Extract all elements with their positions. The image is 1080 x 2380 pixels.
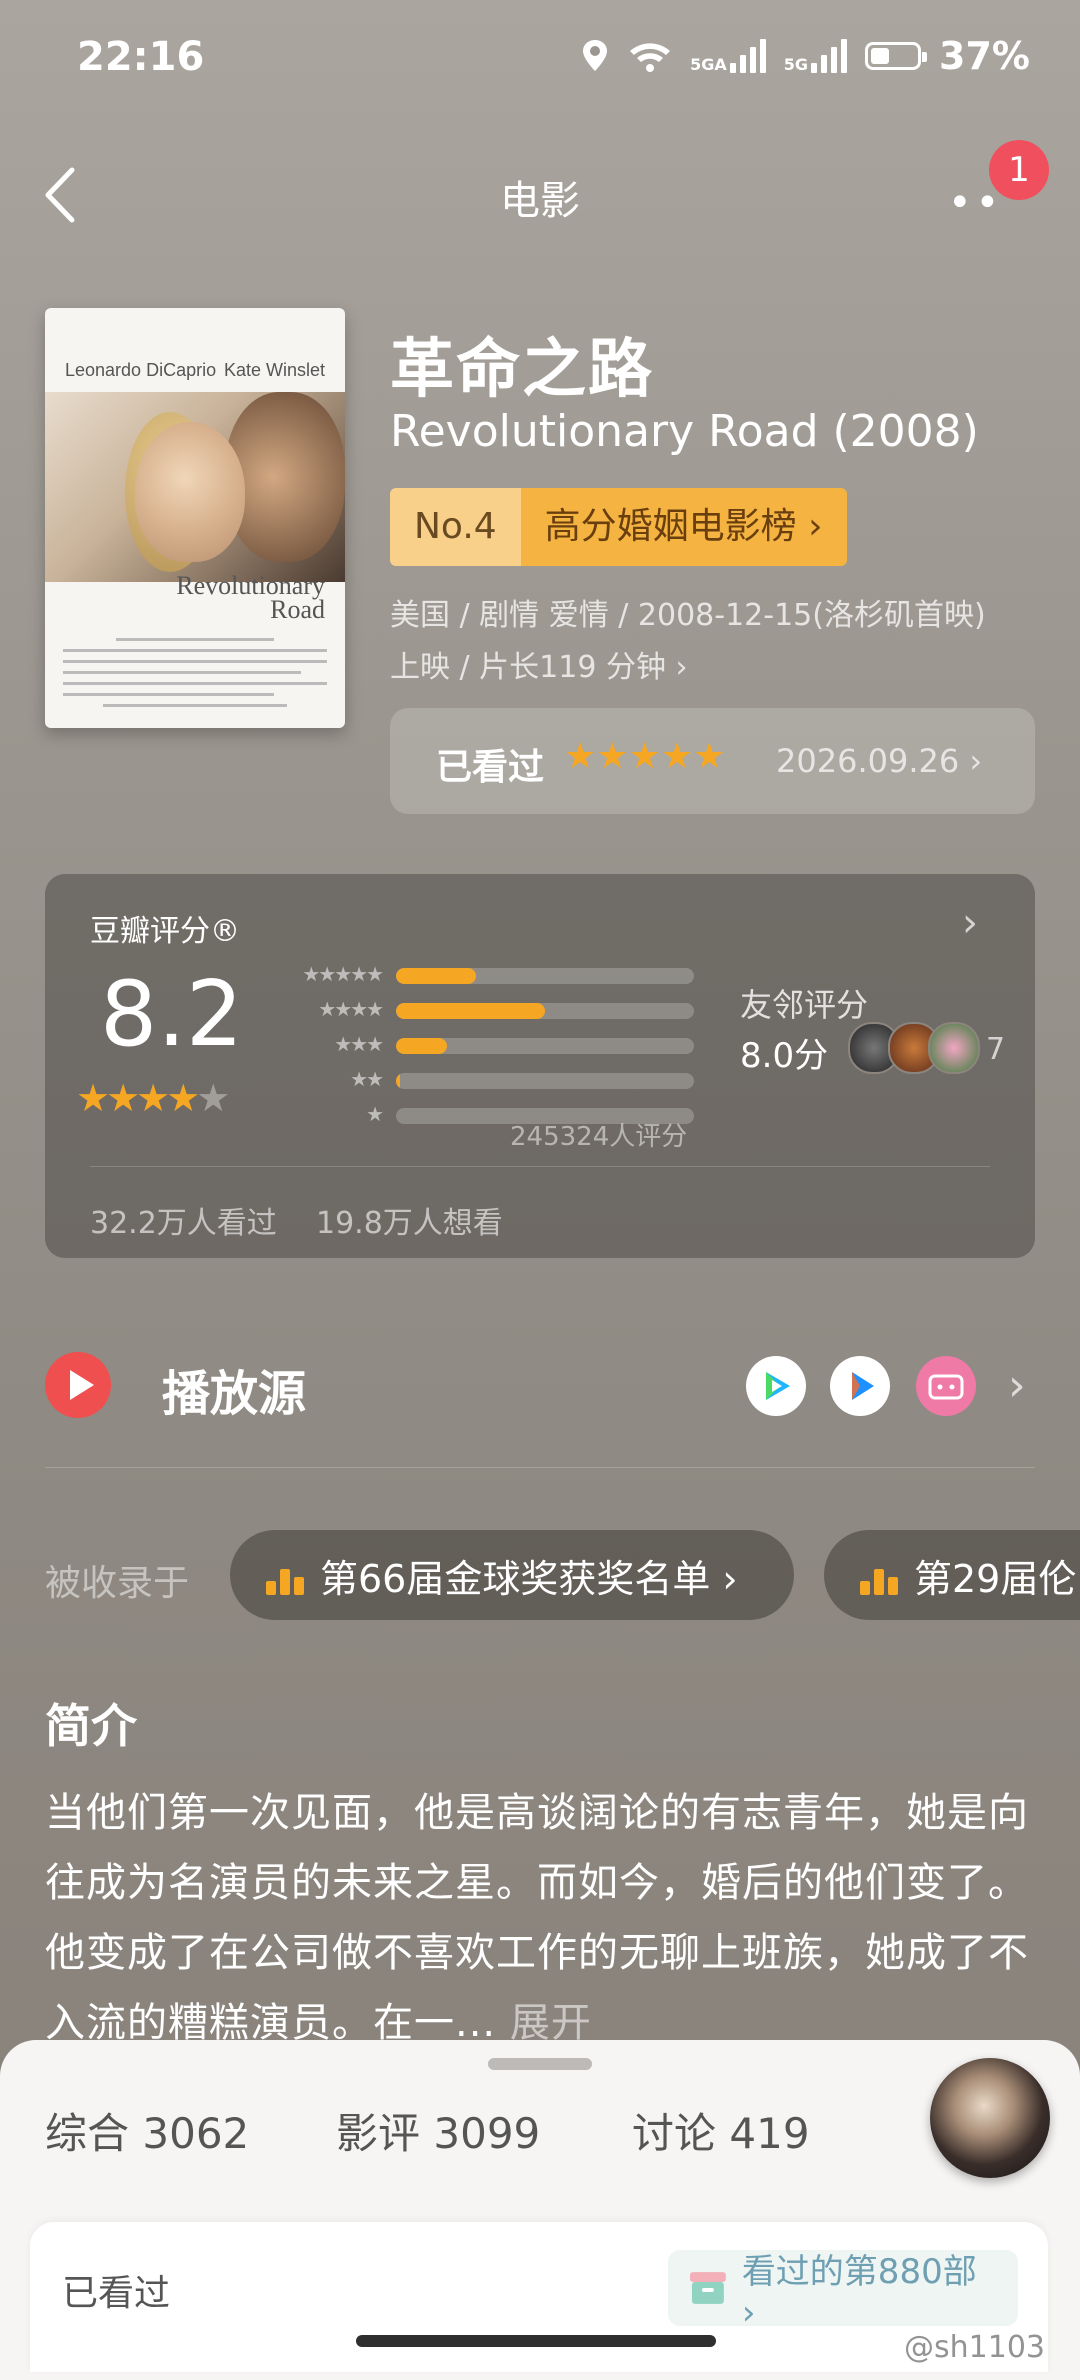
rank-list-name: 高分婚姻电影榜 › xyxy=(520,488,847,566)
divider xyxy=(45,1467,1035,1468)
tab-reviews[interactable]: 影评 3099 xyxy=(336,2100,540,2161)
movie-title-cn: 革命之路 xyxy=(390,333,654,407)
status-icons: 5GA 5G 37% xyxy=(580,34,1030,78)
tab-discussions[interactable]: 讨论 419 xyxy=(632,2100,810,2161)
distribution-bar xyxy=(396,1038,694,1054)
battery-level: 37% xyxy=(939,34,1030,78)
signal-bars-icon xyxy=(811,39,848,73)
movie-meta[interactable]: 美国 / 剧情 爱情 / 2008-12-15(洛杉矶首映) 上映 / 片长11… xyxy=(390,590,1030,694)
distribution-stars-label: ★★★★ xyxy=(318,997,384,1021)
notification-badge: 1 xyxy=(989,140,1049,200)
trophy-icon xyxy=(860,1555,898,1595)
poster-actors: Leonardo DiCaprio Kate Winslet xyxy=(45,360,345,381)
friends-rating-label: 友邻评分 xyxy=(740,986,869,1024)
my-stars: ★★★★★ xyxy=(564,736,726,777)
distribution-bar-fill xyxy=(396,1038,447,1054)
poster-actor-2: Kate Winslet xyxy=(223,360,325,380)
watched-count-text: 看过的第880部 › xyxy=(741,2251,977,2333)
collection-chip[interactable]: 第29届伦 xyxy=(824,1530,1080,1620)
trophy-icon xyxy=(266,1555,304,1595)
collection-name: 第29届伦 xyxy=(914,1556,1077,1601)
collection-chip[interactable]: 第66届金球奖获奖名单 › xyxy=(230,1530,794,1620)
watermark: @sh1103 xyxy=(904,2330,1045,2365)
play-source-label[interactable]: 播放源 xyxy=(162,1354,306,1424)
network-type-1: 5GA xyxy=(690,55,727,74)
distribution-bar xyxy=(396,1073,694,1089)
intro-heading: 简介 xyxy=(45,1699,137,1753)
rating-stars: ★★★★★ xyxy=(76,1076,230,1120)
rating-count: 245324人评分 xyxy=(510,1122,688,1152)
play-icon[interactable] xyxy=(45,1352,111,1418)
chevron-right-icon[interactable]: › xyxy=(1008,1360,1026,1411)
movie-poster[interactable]: Leonardo DiCaprio Kate Winslet Revolutio… xyxy=(45,308,345,728)
movie-title-en: Revolutionary Road (2008) xyxy=(390,406,979,457)
provider-bilibili-icon[interactable] xyxy=(916,1356,976,1416)
collection-name: 第66届金球奖获奖名单 › xyxy=(320,1556,738,1601)
distribution-stars-label: ★ xyxy=(366,1102,384,1126)
included-in-label: 被收录于 xyxy=(45,1563,190,1604)
network-type-2: 5G xyxy=(783,55,809,74)
ranking-chip[interactable]: No.4 高分婚姻电影榜 › xyxy=(390,488,847,566)
distribution-stars-label: ★★ xyxy=(350,1067,384,1091)
friends-rating-score: 8.0分 xyxy=(740,1036,829,1076)
avatar xyxy=(928,1022,980,1074)
intro-text[interactable]: 当他们第一次见面，他是高谈阔论的有志青年，她是向往成为名演员的未来之星。而如今，… xyxy=(45,1778,1045,2058)
wifi-icon xyxy=(630,43,671,72)
distribution-bar xyxy=(396,1003,694,1019)
meta-line-2: 上映 / 片长119 分钟 › xyxy=(390,650,688,685)
friends-count: 7 xyxy=(986,1032,1006,1067)
watched-count-chip[interactable]: 看过的第880部 › xyxy=(668,2250,1018,2333)
home-indicator[interactable] xyxy=(356,2335,716,2347)
provider-tencent-icon[interactable] xyxy=(746,1356,806,1416)
watched-count: 32.2万人看过 xyxy=(90,1206,277,1241)
battery-icon xyxy=(865,42,928,70)
friend-avatars[interactable] xyxy=(848,1022,980,1074)
provider-youku-icon[interactable] xyxy=(830,1356,890,1416)
distribution-stars-label: ★★★ xyxy=(334,1032,384,1056)
page-title: 电影 xyxy=(500,178,580,224)
seen-status-label: 已看过 xyxy=(62,2273,171,2314)
poster-title: Revolutionary Road xyxy=(176,571,325,624)
signal-bars-icon xyxy=(729,39,766,73)
sheet-handle[interactable] xyxy=(488,2058,592,2070)
distribution-bar xyxy=(396,968,694,984)
distribution-stars-label: ★★★★★ xyxy=(302,962,384,986)
archive-box-icon xyxy=(689,2272,726,2304)
distribution-bar-fill xyxy=(396,968,477,984)
seen-label: 已看过 xyxy=(436,747,545,788)
location-icon xyxy=(583,40,608,71)
status-time: 22:16 xyxy=(77,34,205,80)
tab-overall[interactable]: 综合 3062 xyxy=(45,2100,249,2161)
floating-avatar[interactable] xyxy=(930,2058,1050,2178)
seen-date: 2026.09.26 › xyxy=(776,742,983,780)
signal-2: 5G xyxy=(783,39,848,74)
divider xyxy=(90,1166,990,1167)
poster-actor-1: Leonardo DiCaprio xyxy=(65,360,217,380)
poster-credits xyxy=(63,638,327,715)
distribution-bar-fill xyxy=(396,1003,545,1019)
rating-title: 豆瓣评分® xyxy=(90,914,240,949)
meta-line-1: 美国 / 剧情 爱情 / 2008-12-15(洛杉矶首映) xyxy=(390,598,986,633)
signal-1: 5GA xyxy=(690,39,766,73)
want-count: 19.8万人想看 xyxy=(316,1206,503,1241)
rank-number: No.4 xyxy=(390,488,521,566)
chevron-right-icon: › xyxy=(962,900,978,946)
rating-score: 8.2 xyxy=(100,962,244,1067)
poster-photo xyxy=(45,392,345,582)
